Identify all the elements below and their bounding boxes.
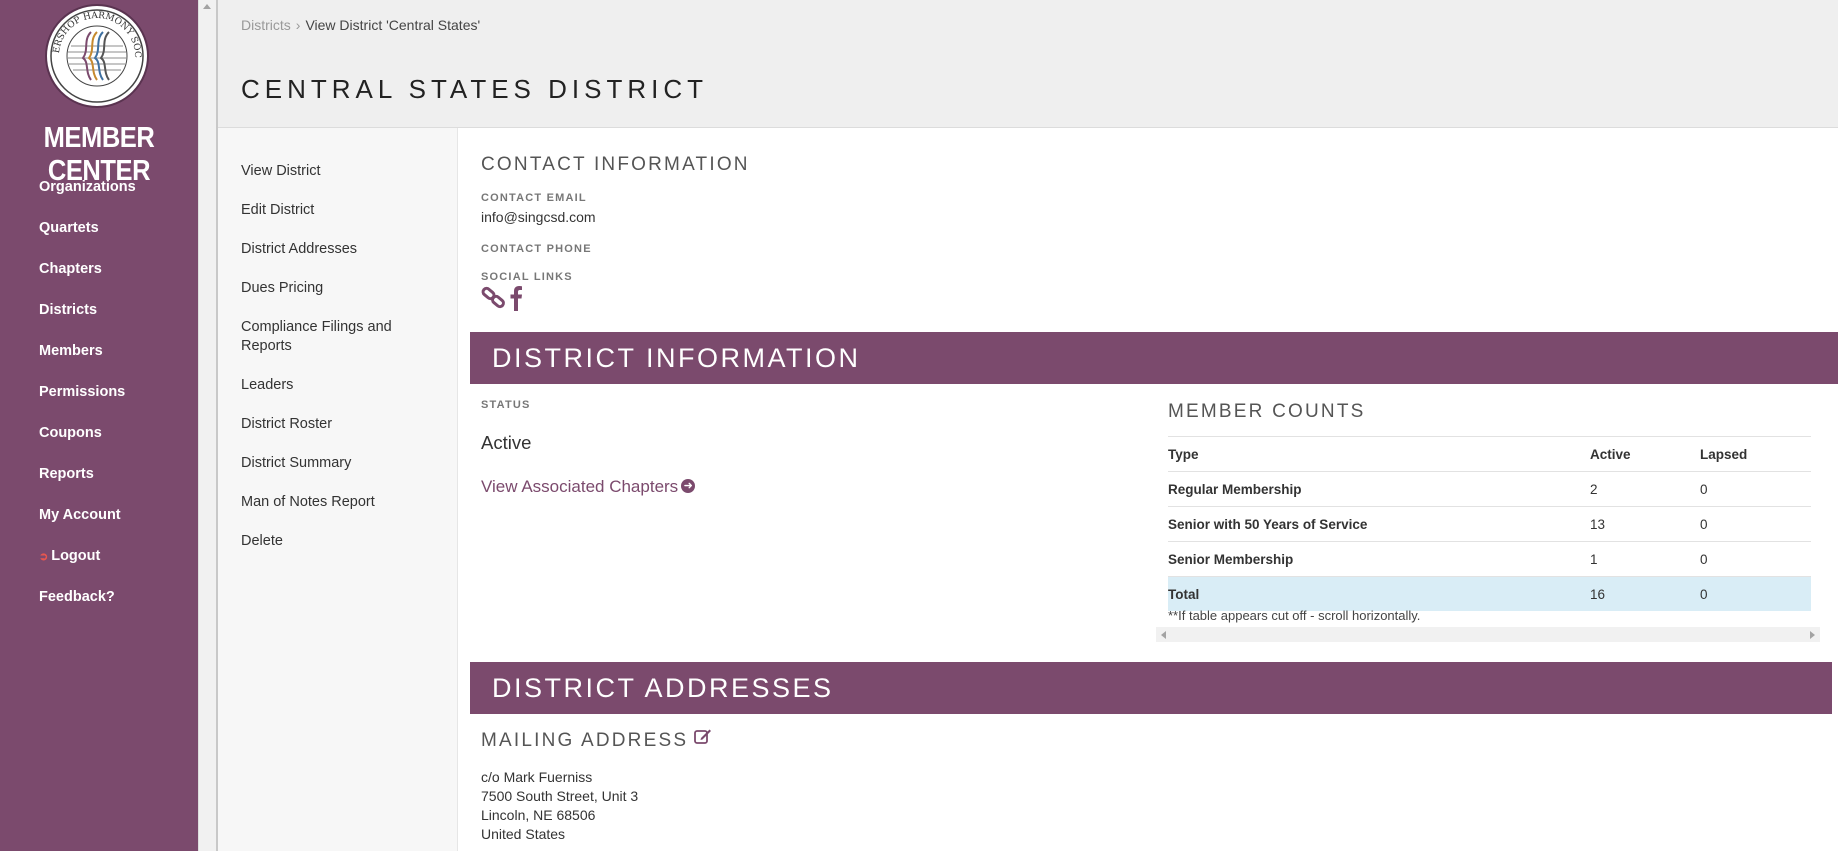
- subnav-delete[interactable]: Delete: [241, 532, 436, 551]
- edit-icon[interactable]: [694, 728, 712, 750]
- district-subnav: View District Edit District District Add…: [218, 128, 458, 851]
- view-associated-chapters-link[interactable]: View Associated Chapters ➜: [481, 477, 696, 497]
- subnav-district-summary[interactable]: District Summary: [241, 454, 436, 473]
- table-scroll-note: **If table appears cut off - scroll hori…: [1168, 608, 1421, 623]
- subnav-man-of-notes-report[interactable]: Man of Notes Report: [241, 493, 436, 512]
- table-row: Regular Membership 2 0: [1168, 471, 1811, 507]
- contact-email-value: info@singcsd.com: [481, 209, 596, 225]
- mailing-address: c/o Mark Fuerniss 7500 South Street, Uni…: [481, 768, 638, 844]
- row-type: Senior Membership: [1168, 541, 1590, 577]
- breadcrumb: Districts › View District 'Central States': [241, 17, 480, 33]
- column-header-type: Type: [1168, 436, 1590, 472]
- logout-icon: ➲: [39, 551, 49, 563]
- row-type: Regular Membership: [1168, 471, 1590, 507]
- row-type: Total: [1168, 576, 1590, 611]
- nav-item-logout[interactable]: ➲ Logout: [39, 545, 136, 586]
- row-lapsed: 0: [1700, 506, 1811, 542]
- row-lapsed: 0: [1700, 576, 1811, 611]
- row-active: 16: [1590, 576, 1700, 611]
- subnav-leaders[interactable]: Leaders: [241, 376, 436, 395]
- subnav-compliance-filings[interactable]: Compliance Filings and Reports: [241, 318, 436, 356]
- table-header-row: Type Active Lapsed: [1168, 436, 1811, 472]
- nav-item-chapters[interactable]: Chapters: [39, 258, 136, 299]
- nav-item-quartets[interactable]: Quartets: [39, 217, 136, 258]
- nav-item-coupons[interactable]: Coupons: [39, 422, 136, 463]
- logo-seal-icon: BARBERSHOP HARMONY SOCIETY: [47, 6, 144, 103]
- address-line: 7500 South Street, Unit 3: [481, 788, 639, 804]
- facebook-icon[interactable]: [509, 284, 523, 316]
- social-links-label: SOCIAL LINKS: [481, 271, 573, 283]
- subnav-dues-pricing[interactable]: Dues Pricing: [241, 279, 436, 298]
- column-header-active: Active: [1590, 436, 1700, 472]
- nav-item-my-account[interactable]: My Account: [39, 504, 136, 545]
- subnav-district-roster[interactable]: District Roster: [241, 415, 436, 434]
- nav-item-members[interactable]: Members: [39, 340, 136, 381]
- nav-item-districts[interactable]: Districts: [39, 299, 136, 340]
- column-header-lapsed: Lapsed: [1700, 436, 1811, 472]
- barbershop-harmony-society-logo[interactable]: BARBERSHOP HARMONY SOCIETY: [45, 4, 149, 108]
- row-active: 1: [1590, 541, 1700, 577]
- member-counts-heading: MEMBER COUNTS: [1168, 401, 1366, 422]
- mailing-address-heading: MAILING ADDRESS: [481, 728, 712, 752]
- main-sidebar: BARBERSHOP HARMONY SOCIETY MEMBER CENTER…: [0, 0, 198, 851]
- row-lapsed: 0: [1700, 471, 1811, 507]
- breadcrumb-districts-link[interactable]: Districts: [241, 17, 291, 33]
- nav-item-feedback[interactable]: Feedback?: [39, 586, 136, 627]
- social-links: [481, 284, 523, 316]
- district-addresses-banner: DISTRICT ADDRESSES: [470, 662, 1832, 714]
- table-row: Senior with 50 Years of Service 13 0: [1168, 506, 1811, 542]
- main-nav: Organizations Quartets Chapters District…: [39, 176, 136, 627]
- district-information-banner: DISTRICT INFORMATION: [470, 332, 1838, 384]
- address-line: Lincoln, NE 68506: [481, 807, 596, 823]
- main-content: CONTACT INFORMATION CONTACT EMAIL info@s…: [459, 128, 1838, 851]
- sidebar-scrollbar[interactable]: [198, 0, 216, 851]
- nav-item-permissions[interactable]: Permissions: [39, 381, 136, 422]
- contact-email-label: CONTACT EMAIL: [481, 192, 587, 204]
- address-line: c/o Mark Fuerniss: [481, 769, 593, 785]
- subnav-view-district[interactable]: View District: [241, 162, 436, 181]
- contact-phone-label: CONTACT PHONE: [481, 243, 592, 255]
- logout-label: Logout: [51, 548, 101, 564]
- nav-item-organizations[interactable]: Organizations: [39, 176, 136, 217]
- scroll-right-arrow-icon[interactable]: [1810, 631, 1815, 639]
- contact-information-heading: CONTACT INFORMATION: [481, 154, 750, 175]
- page-header: Districts › View District 'Central States'…: [218, 0, 1838, 128]
- address-line: United States: [481, 826, 566, 842]
- row-type: Senior with 50 Years of Service: [1168, 506, 1590, 542]
- table-row: Senior Membership 1 0: [1168, 541, 1811, 577]
- status-label: STATUS: [481, 399, 531, 411]
- nav-item-reports[interactable]: Reports: [39, 463, 136, 504]
- status-value: Active: [481, 432, 532, 453]
- row-lapsed: 0: [1700, 541, 1811, 577]
- row-active: 13: [1590, 506, 1700, 542]
- scroll-up-arrow-icon[interactable]: [203, 4, 211, 9]
- subnav-edit-district[interactable]: Edit District: [241, 201, 436, 220]
- breadcrumb-separator-icon: ›: [295, 17, 301, 33]
- arrow-circle-right-icon: ➜: [681, 478, 696, 493]
- table-total-row: Total 16 0: [1168, 576, 1811, 611]
- view-associated-chapters-label: View Associated Chapters: [481, 477, 679, 496]
- link-icon[interactable]: [481, 285, 507, 316]
- row-active: 2: [1590, 471, 1700, 507]
- page-title: CENTRAL STATES DISTRICT: [241, 74, 708, 104]
- scroll-left-arrow-icon[interactable]: [1161, 631, 1166, 639]
- breadcrumb-current: View District 'Central States': [305, 17, 481, 33]
- subnav-district-addresses[interactable]: District Addresses: [241, 240, 436, 259]
- mailing-address-label: MAILING ADDRESS: [481, 730, 689, 752]
- member-counts-table: Type Active Lapsed Regular Membership 2 …: [1168, 436, 1811, 611]
- table-horizontal-scrollbar[interactable]: [1156, 627, 1820, 642]
